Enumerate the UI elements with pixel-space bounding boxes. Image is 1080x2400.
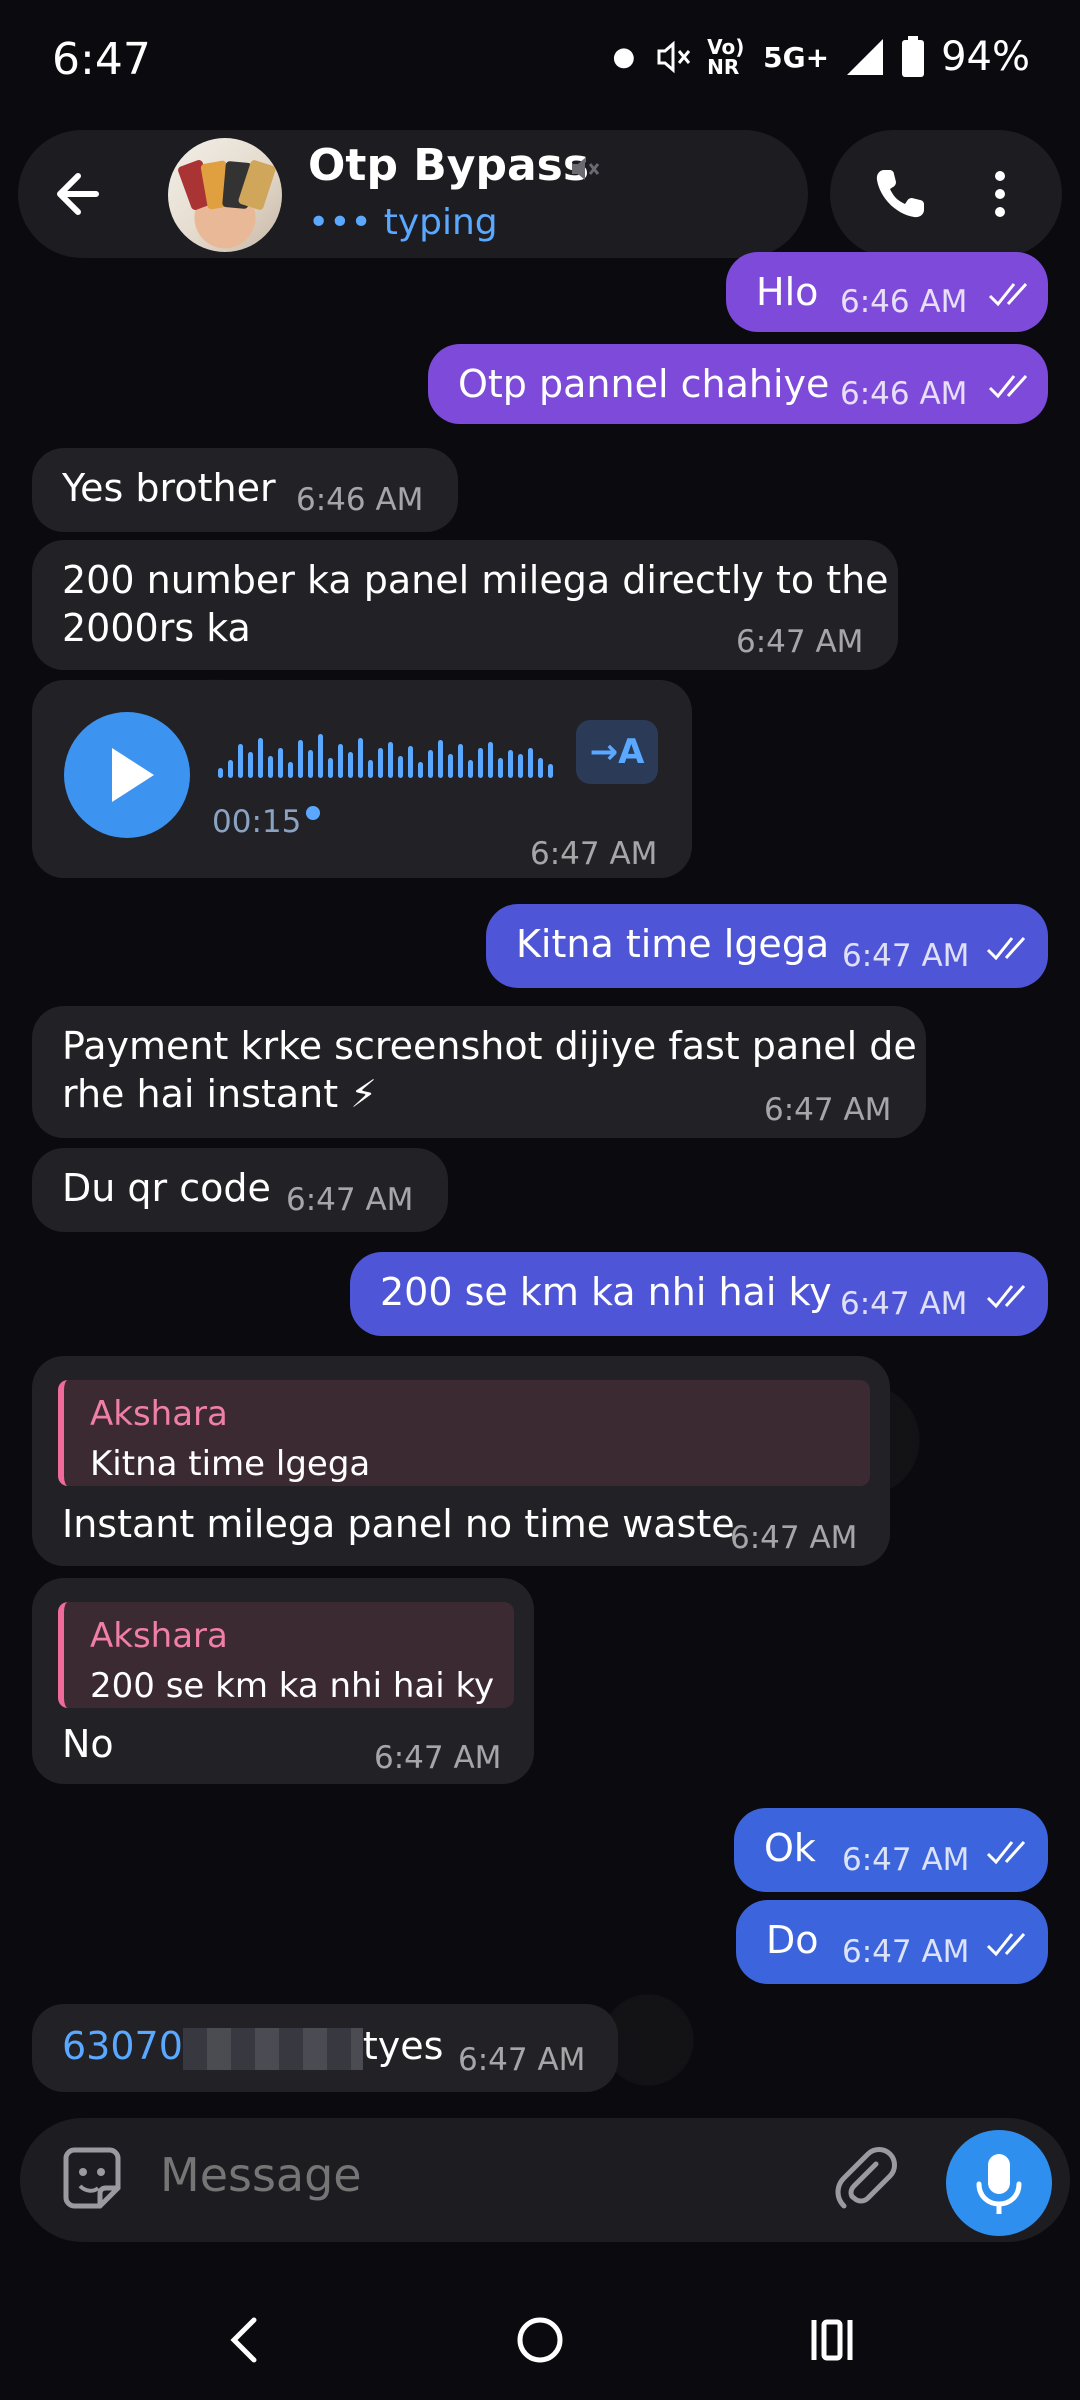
phone-icon[interactable] — [870, 164, 930, 224]
message-input[interactable] — [160, 2148, 780, 2202]
unplayed-dot-icon — [306, 806, 320, 820]
message-composer — [20, 2118, 1070, 2242]
voice-record-button[interactable] — [946, 2130, 1052, 2236]
signal-icon — [847, 39, 884, 75]
message-time: 6:47 AM — [842, 1934, 970, 1970]
notification-dot-icon: ● — [612, 42, 636, 72]
sticker-icon[interactable] — [56, 2144, 128, 2216]
more-vertical-icon[interactable] — [980, 164, 1020, 224]
message-time: 6:46 AM — [296, 482, 424, 518]
double-check-icon — [986, 1840, 1026, 1865]
chat-header: Otp Bypass ••• typing — [18, 130, 808, 258]
message-bubble-out[interactable]: Otp pannel chahiye 6:46 AM — [428, 344, 1048, 424]
double-check-icon — [988, 374, 1028, 399]
play-icon — [112, 748, 154, 802]
double-check-icon — [988, 282, 1028, 307]
message-bubble-out[interactable]: Ok 6:47 AM — [734, 1808, 1048, 1892]
message-text-line1: Payment krke screenshot dijiye fast pane… — [62, 1024, 917, 1068]
message-text: Hlo — [756, 270, 819, 314]
double-check-icon — [986, 1284, 1026, 1309]
message-text-line1: 200 number ka panel milega directly to t… — [62, 558, 889, 602]
battery-icon — [902, 36, 925, 77]
message-bubble-in[interactable]: 200 number ka panel milega directly to t… — [32, 540, 898, 670]
message-time: 6:47 AM — [736, 624, 864, 660]
message-bubble-in[interactable]: Akshara Kitna time lgega Instant milega … — [32, 1356, 890, 1566]
transcribe-button[interactable]: →A — [576, 720, 658, 784]
network-label: 5G+ — [763, 40, 830, 74]
message-bubble-in[interactable]: Akshara 200 se km ka nhi hai ky No 6:47 … — [32, 1578, 534, 1784]
message-time: 6:47 AM — [530, 836, 658, 872]
speaker-muted-icon — [572, 158, 600, 180]
message-text: Instant milega panel no time waste — [62, 1502, 735, 1546]
message-time: 6:47 AM — [458, 2042, 586, 2078]
message-bubble-out[interactable]: Kitna time lgega 6:47 AM — [486, 904, 1048, 988]
reply-text: 200 se km ka nhi hai ky — [90, 1666, 495, 1706]
recents-icon[interactable] — [802, 2310, 862, 2370]
message-text: No — [62, 1722, 114, 1766]
double-check-icon — [986, 936, 1026, 961]
system-nav-bar — [0, 2270, 1080, 2400]
message-time: 6:47 AM — [730, 1520, 858, 1556]
header-actions — [830, 130, 1062, 258]
message-bubble-out[interactable]: Do 6:47 AM — [736, 1900, 1048, 1984]
message-text: Otp pannel chahiye — [458, 362, 830, 406]
message-text: 63070 tyes — [62, 2022, 443, 2070]
message-text: Kitna time lgega — [516, 922, 830, 966]
vibrate-mute-icon — [657, 40, 691, 74]
message-time: 6:47 AM — [842, 1842, 970, 1878]
reply-text: Kitna time lgega — [90, 1444, 371, 1484]
arrow-left-icon[interactable] — [48, 164, 108, 224]
message-text-line2: 2000rs ka — [62, 606, 251, 650]
reply-preview[interactable]: Akshara Kitna time lgega — [58, 1380, 870, 1486]
message-bubble-in[interactable]: Payment krke screenshot dijiye fast pane… — [32, 1006, 926, 1138]
message-text: Du qr code — [62, 1166, 271, 1210]
message-bubble-out[interactable]: 200 se km ka nhi hai ky 6:47 AM — [350, 1252, 1048, 1336]
avatar[interactable] — [168, 138, 282, 252]
double-check-icon — [986, 1932, 1026, 1957]
circle-home-icon[interactable] — [510, 2310, 570, 2370]
message-time: 6:46 AM — [840, 376, 968, 412]
message-bubble-in[interactable]: Du qr code 6:47 AM — [32, 1148, 448, 1232]
typing-label: typing — [383, 202, 498, 243]
message-time: 6:47 AM — [842, 938, 970, 974]
reply-author: Akshara — [90, 1394, 228, 1434]
reply-author: Akshara — [90, 1616, 228, 1656]
voice-duration: 00:15 — [212, 804, 302, 840]
play-button[interactable] — [64, 712, 190, 838]
message-time: 6:47 AM — [840, 1286, 968, 1322]
message-text: Do — [766, 1918, 819, 1962]
message-text-line2: rhe hai instant ⚡ — [62, 1072, 377, 1116]
message-bubble-out[interactable]: Hlo 6:46 AM — [726, 252, 1048, 332]
carrier-label: Vo) NR — [707, 35, 745, 79]
paperclip-icon[interactable] — [832, 2146, 898, 2212]
message-bubble-in[interactable]: Yes brother 6:46 AM — [32, 448, 458, 532]
message-time: 6:47 AM — [764, 1092, 892, 1128]
status-time: 6:47 — [52, 34, 151, 85]
status-bar: 6:47 ● Vo) NR 5G+ 94% — [0, 0, 1080, 120]
voice-message-bubble[interactable]: →A 00:15 6:47 AM — [32, 680, 692, 878]
battery-level: 94% — [941, 34, 1030, 80]
chevron-left-icon[interactable] — [216, 2310, 276, 2370]
chat-title[interactable]: Otp Bypass — [308, 140, 589, 191]
message-text: Yes brother — [62, 466, 276, 510]
voice-waveform[interactable] — [218, 730, 558, 778]
phone-number-link[interactable]: 63070 — [62, 2024, 183, 2068]
message-time: 6:46 AM — [840, 284, 968, 320]
status-icons: ● Vo) NR 5G+ 94% — [612, 34, 1030, 80]
reply-preview[interactable]: Akshara 200 se km ka nhi hai ky — [58, 1602, 514, 1708]
message-suffix: tyes — [362, 2024, 444, 2068]
microphone-icon — [976, 2154, 1022, 2214]
typing-dots-icon: ••• — [308, 202, 372, 243]
typing-status: ••• typing — [308, 202, 498, 243]
message-time: 6:47 AM — [374, 1740, 502, 1776]
message-bubble-in[interactable]: 63070 tyes 6:47 AM — [32, 2004, 618, 2092]
redacted-blur — [182, 2027, 363, 2070]
message-text: 200 se km ka nhi hai ky — [380, 1270, 832, 1314]
message-text: Ok — [764, 1826, 816, 1870]
message-time: 6:47 AM — [286, 1182, 414, 1218]
